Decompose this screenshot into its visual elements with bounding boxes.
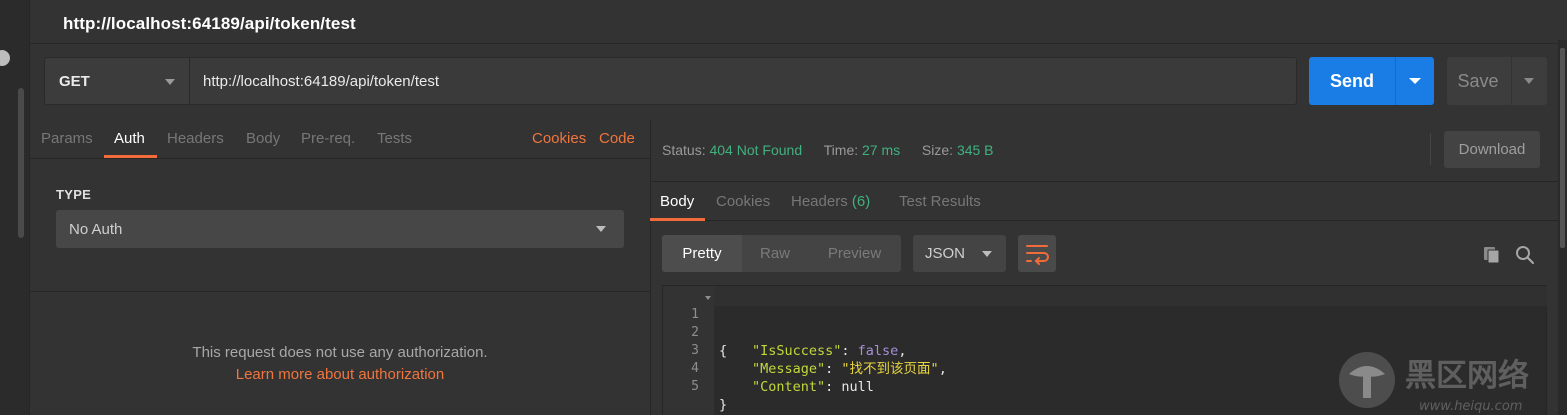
auth-type-value: No Auth (69, 221, 123, 238)
code-line: 2 "IsSuccess": false, (663, 306, 906, 359)
tab-test-results[interactable]: Test Results (899, 193, 981, 210)
code-line: 5 } (663, 360, 727, 413)
save-button[interactable]: Save (1447, 57, 1547, 105)
tab-body[interactable]: Body (246, 130, 280, 147)
size-value: 345 B (956, 142, 994, 158)
send-label: Send (1329, 71, 1374, 91)
line-number: 5 (691, 379, 699, 394)
format-preview[interactable]: Preview (808, 235, 901, 272)
wrap-lines-icon (1026, 245, 1049, 265)
active-tab-underline (650, 218, 705, 221)
auth-type-label: TYPE (56, 187, 92, 202)
tab-response-headers[interactable]: Headers (6) (791, 193, 870, 210)
copy-icon[interactable] (1482, 245, 1502, 265)
tab-tests[interactable]: Tests (377, 130, 412, 147)
postman-window: http://localhost:64189/api/token/test GE… (0, 0, 1567, 415)
url-bar[interactable] (189, 57, 1297, 105)
pane-splitter[interactable] (650, 119, 651, 415)
sidebar-scrollbar[interactable] (18, 88, 24, 238)
request-title-bar: http://localhost:64189/api/token/test (30, 0, 1558, 44)
headers-tab-label: Headers (791, 193, 848, 210)
code-link[interactable]: Code (599, 130, 635, 147)
watermark: 黑区网络 www.heiqu.com (1335, 348, 1560, 415)
status-value: 404 Not Found (709, 142, 803, 158)
divider (30, 291, 650, 292)
tab-headers[interactable]: Headers (167, 130, 224, 147)
chevron-down-icon (596, 226, 606, 232)
response-tabs: Body Cookies Headers (6) Test Results (650, 181, 1558, 221)
divider (1430, 133, 1431, 165)
watermark-url: www.heiqu.com (1419, 399, 1522, 414)
language-select[interactable]: JSON (913, 235, 1006, 272)
headers-count-badge: (6) (851, 193, 871, 210)
watermark-text: 黑区网络 (1405, 358, 1529, 394)
learn-more-auth-link[interactable]: Learn more about authorization (30, 366, 650, 383)
tab-auth[interactable]: Auth (114, 130, 145, 147)
method-select[interactable]: GET (44, 57, 189, 105)
code-line: 1 { (663, 288, 727, 359)
request-tabs: Params Auth Headers Body Pre-req. Tests … (30, 119, 650, 159)
status-label: Status: (662, 142, 706, 158)
wrap-lines-button[interactable] (1018, 235, 1056, 272)
active-line-highlight (714, 286, 1547, 306)
time-label: Time: (823, 142, 859, 158)
tab-params[interactable]: Params (41, 130, 93, 147)
tab-prereq[interactable]: Pre-req. (301, 130, 355, 147)
url-input[interactable] (190, 58, 1296, 104)
response-meta: Status: 404 Not Found Time: 27 ms Size: … (662, 142, 994, 158)
code-line: 4 "Content": null (663, 342, 874, 395)
code-line: 3 "Message": "找不到该页面", (663, 324, 947, 377)
save-dropdown-chevron-icon[interactable] (1512, 57, 1547, 105)
fold-caret-icon[interactable] (705, 296, 711, 300)
auth-type-select[interactable]: No Auth (56, 210, 624, 248)
format-toggle-group: Pretty Raw Preview (662, 235, 901, 272)
code-text: "Content": null (752, 379, 874, 395)
download-button[interactable]: Download (1444, 131, 1540, 168)
save-label: Save (1457, 71, 1499, 91)
time-value: 27 ms (862, 142, 901, 158)
chevron-down-icon (982, 251, 992, 257)
search-icon[interactable] (1514, 244, 1536, 266)
code-text: "Message": "找不到该页面", (752, 361, 947, 377)
sidebar-toggle-handle[interactable] (0, 50, 10, 66)
sidebar-collapsed-strip (0, 0, 30, 415)
request-title[interactable]: http://localhost:64189/api/token/test (63, 14, 356, 34)
format-pretty[interactable]: Pretty (662, 235, 742, 272)
tab-response-cookies[interactable]: Cookies (716, 193, 770, 210)
format-raw[interactable]: Raw (742, 235, 808, 272)
tab-response-body[interactable]: Body (660, 193, 694, 210)
send-button[interactable]: Send (1309, 57, 1434, 105)
size-label: Size: (921, 142, 954, 158)
chevron-down-icon (165, 79, 175, 85)
send-dropdown-chevron-icon[interactable] (1396, 57, 1434, 105)
code-text: "IsSuccess": false, (752, 343, 907, 359)
code-text: } (719, 397, 728, 413)
language-value: JSON (925, 245, 966, 262)
code-text: { (719, 343, 728, 359)
method-label: GET (59, 73, 90, 90)
no-auth-message: This request does not use any authorizat… (192, 344, 488, 361)
cookies-link[interactable]: Cookies (532, 130, 586, 147)
active-tab-underline (104, 155, 157, 158)
scrollbar-thumb[interactable] (1560, 48, 1565, 248)
